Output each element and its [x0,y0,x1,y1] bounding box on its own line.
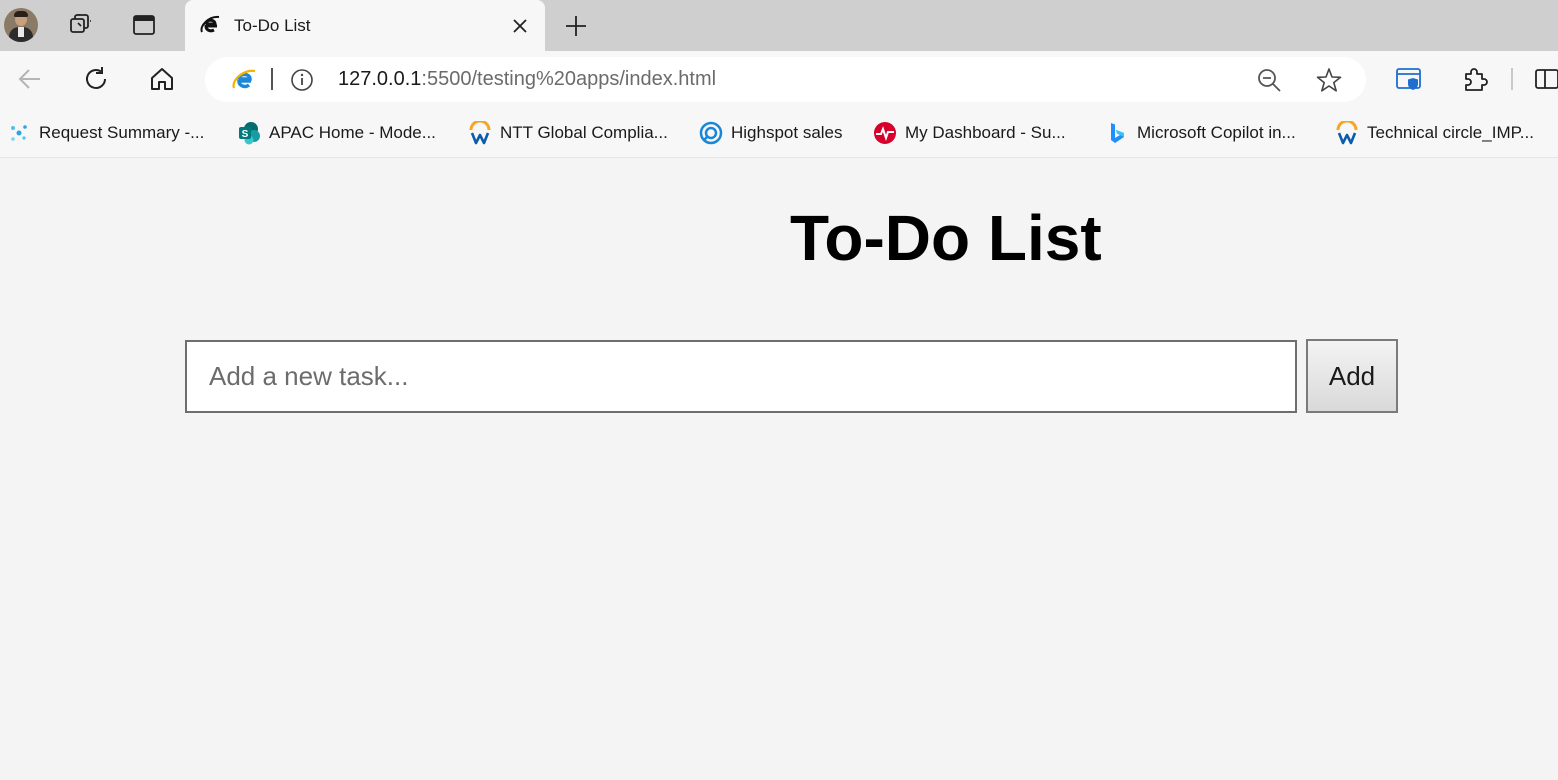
page-title: To-Do List [790,202,1102,274]
url-host: 127.0.0.1 [338,68,422,90]
favorite-highspot[interactable]: Highspot sales [699,120,843,146]
url-text[interactable]: 127.0.0.1:5500/testing%20apps/index.html [338,68,716,91]
active-tab[interactable]: To-Do List [185,0,545,51]
refresh-icon[interactable] [82,65,110,93]
page-content: To-Do List Add [0,159,1558,780]
favorite-label: Microsoft Copilot in... [1137,123,1296,142]
close-icon[interactable] [510,16,530,36]
info-icon[interactable] [290,68,314,92]
ie-page-icon [232,69,256,89]
favorite-label: My Dashboard - Su... [905,123,1066,142]
svg-text:S: S [242,129,249,140]
workday-icon [469,121,491,145]
favorite-label: Request Summary -... [39,123,205,142]
favorite-label: NTT Global Complia... [500,123,668,142]
profile-avatar[interactable] [4,8,38,42]
favorite-request-summary[interactable]: Request Summary -... [7,120,204,146]
workspaces-icon[interactable] [68,12,94,38]
favorite-label: APAC Home - Mode... [269,123,436,142]
favorite-label: Technical circle_IMP... [1367,123,1534,142]
add-button[interactable]: Add [1306,339,1398,413]
favorite-microsoft-copilot[interactable]: Microsoft Copilot in... [1105,120,1296,146]
favorite-ntt-global[interactable]: NTT Global Complia... [468,120,668,146]
shield-icon[interactable] [1395,65,1423,93]
favorite-apac-home[interactable]: S APAC Home - Mode... [237,120,436,146]
favorites-bar: Request Summary -... S APAC Home - Mode.… [0,108,1558,158]
url-path: :5500/testing%20apps/index.html [421,68,717,90]
back-arrow-icon[interactable] [16,65,44,93]
workday-icon [1336,121,1358,145]
sharepoint-icon: S [239,122,260,145]
dashboard-icon [874,122,896,144]
split-screen-icon[interactable] [1533,65,1558,93]
address-bar[interactable]: 127.0.0.1:5500/testing%20apps/index.html [205,57,1366,102]
tab-strip: To-Do List [0,0,1558,51]
favorite-my-dashboard[interactable]: My Dashboard - Su... [873,120,1066,146]
home-icon[interactable] [148,65,176,93]
ie-e-icon [200,15,220,33]
zoom-out-icon[interactable] [1256,67,1282,93]
highspot-icon [699,121,723,145]
address-separator [271,68,273,90]
puzzle-icon[interactable] [1461,65,1489,93]
favorite-technical-circle[interactable]: Technical circle_IMP... [1335,120,1534,146]
vertical-tabs-icon[interactable] [131,12,157,38]
bing-copilot-icon [1111,123,1124,143]
request-summary-icon [11,125,27,141]
toolbar-separator [1511,68,1513,90]
star-icon[interactable] [1315,66,1343,94]
plus-icon[interactable] [563,13,589,39]
browser-toolbar: 127.0.0.1:5500/testing%20apps/index.html [0,51,1558,108]
tab-title: To-Do List [234,16,311,35]
new-task-input[interactable] [185,340,1297,413]
favorite-label: Highspot sales [731,123,843,142]
